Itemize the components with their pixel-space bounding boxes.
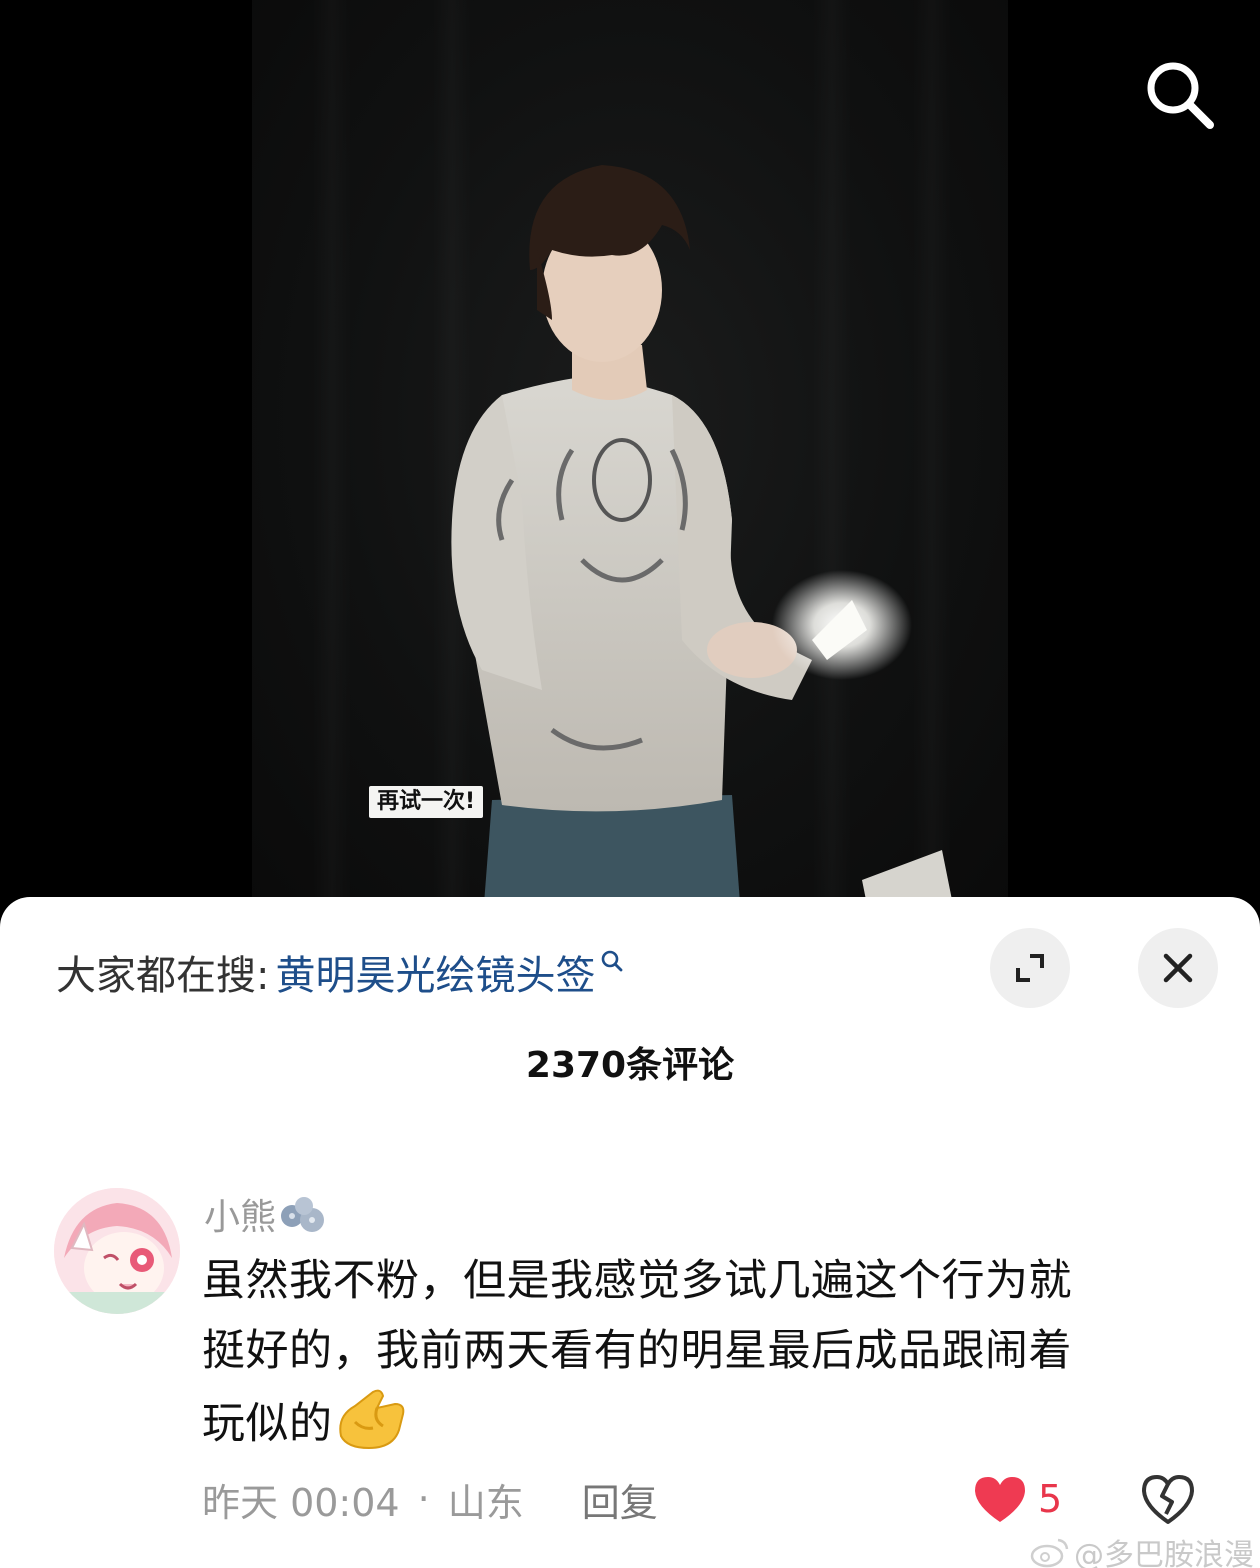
reply-button[interactable]: 回复	[582, 1472, 658, 1527]
comment-line: 挺好的，我前两天看有的明星最后成品跟闹着	[202, 1326, 1072, 1376]
comment-time: 昨天 00:04	[202, 1480, 400, 1525]
watermark: @多巴胺浪漫	[1030, 1530, 1254, 1568]
comment-meta: 昨天 00:04 · 山东 回复	[202, 1472, 658, 1527]
video-subtitle: 再试一次!	[369, 786, 484, 818]
blueberry-badge-icon	[281, 1197, 325, 1232]
meta-separator: ·	[417, 1477, 430, 1521]
anime-avatar-image	[54, 1188, 180, 1314]
video-frame[interactable]: 再试一次!	[252, 0, 1008, 930]
expand-icon	[1016, 954, 1044, 982]
trending-search-hint: 大家都在搜: 黄明昊光绘镜头签	[56, 942, 625, 1002]
comment-location: 山东	[447, 1480, 524, 1525]
like-count: 5	[1038, 1477, 1063, 1521]
search-hint-prefix: 大家都在搜:	[56, 953, 270, 999]
ok-hand-emoji	[338, 1389, 404, 1450]
broken-heart-icon	[1142, 1475, 1194, 1524]
comment-count: 2370条评论	[525, 1045, 735, 1086]
heart-icon	[975, 1477, 1025, 1522]
comment-line-text: 玩似的	[202, 1399, 333, 1449]
dislike-button[interactable]	[1140, 1472, 1196, 1526]
comment-line: 虽然我不粉，但是我感觉多试几遍这个行为就	[202, 1256, 1072, 1306]
weibo-logo-icon	[1030, 1538, 1069, 1568]
close-icon	[1163, 953, 1193, 983]
video-player[interactable]: 再试一次!	[0, 0, 1260, 930]
username-text: 小熊	[204, 1197, 277, 1238]
search-button[interactable]	[1140, 55, 1220, 135]
comment-body: 虽然我不粉，但是我感觉多试几遍这个行为就 挺好的，我前两天看有的明星最后成品跟闹…	[202, 1246, 1212, 1459]
search-icon	[1147, 62, 1214, 129]
close-button[interactable]	[1138, 928, 1218, 1008]
expand-button[interactable]	[990, 928, 1070, 1008]
video-person-figure	[451, 165, 952, 930]
search-hint-keyword-link[interactable]: 黄明昊光绘镜头签	[275, 943, 595, 1001]
avatar[interactable]	[54, 1188, 180, 1314]
search-icon	[602, 950, 623, 972]
comment-line-last: 玩似的	[202, 1386, 1212, 1459]
watermark-text: @多巴胺浪漫	[1074, 1538, 1254, 1568]
like-button[interactable]: 5	[972, 1474, 1062, 1524]
comment-username[interactable]: 小熊	[204, 1188, 330, 1240]
